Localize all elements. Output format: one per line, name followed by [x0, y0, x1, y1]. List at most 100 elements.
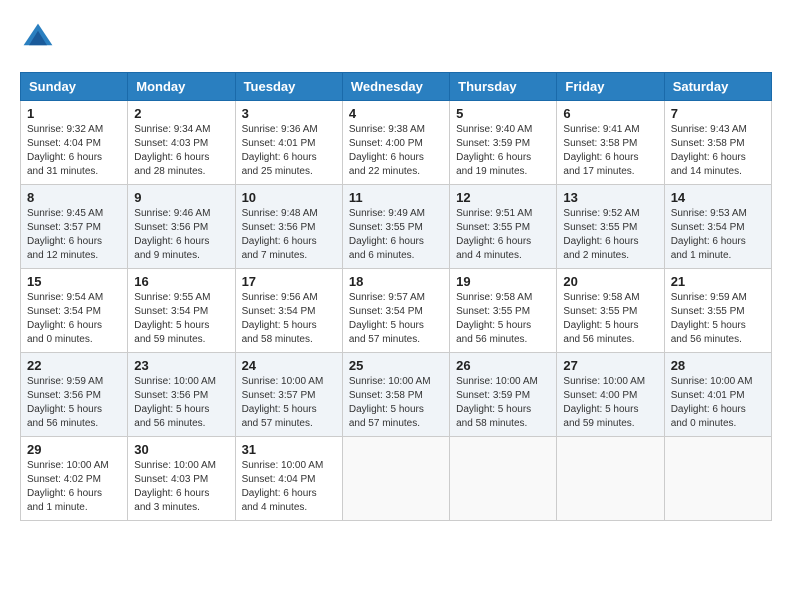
sunrise: Sunrise: 9:56 AM: [242, 292, 318, 303]
daylight: Daylight: 6 hours and 1 minute.: [27, 488, 102, 513]
day-info: Sunrise: 10:00 AM Sunset: 3:58 PM Daylig…: [349, 375, 443, 431]
calendar-cell: 24 Sunrise: 10:00 AM Sunset: 3:57 PM Day…: [235, 353, 342, 437]
sunset: Sunset: 3:58 PM: [671, 138, 745, 149]
day-info: Sunrise: 10:00 AM Sunset: 3:59 PM Daylig…: [456, 375, 550, 431]
day-number: 29: [27, 442, 121, 457]
calendar-cell: 25 Sunrise: 10:00 AM Sunset: 3:58 PM Day…: [342, 353, 449, 437]
calendar-cell: 4 Sunrise: 9:38 AM Sunset: 4:00 PM Dayli…: [342, 101, 449, 185]
sunrise: Sunrise: 10:00 AM: [349, 376, 431, 387]
sunrise: Sunrise: 9:36 AM: [242, 124, 318, 135]
day-info: Sunrise: 10:00 AM Sunset: 4:04 PM Daylig…: [242, 459, 336, 515]
calendar-cell: 22 Sunrise: 9:59 AM Sunset: 3:56 PM Dayl…: [21, 353, 128, 437]
day-info: Sunrise: 9:48 AM Sunset: 3:56 PM Dayligh…: [242, 207, 336, 263]
calendar-week-4: 29 Sunrise: 10:00 AM Sunset: 4:02 PM Day…: [21, 437, 772, 521]
daylight: Daylight: 6 hours and 3 minutes.: [134, 488, 209, 513]
calendar-table: SundayMondayTuesdayWednesdayThursdayFrid…: [20, 72, 772, 521]
day-number: 13: [563, 190, 657, 205]
day-number: 3: [242, 106, 336, 121]
sunrise: Sunrise: 9:48 AM: [242, 208, 318, 219]
sunset: Sunset: 4:00 PM: [563, 390, 637, 401]
day-info: Sunrise: 10:00 AM Sunset: 4:03 PM Daylig…: [134, 459, 228, 515]
logo: [20, 20, 62, 56]
daylight: Daylight: 6 hours and 0 minutes.: [671, 404, 746, 429]
sunrise: Sunrise: 9:34 AM: [134, 124, 210, 135]
sunset: Sunset: 3:55 PM: [456, 222, 530, 233]
day-number: 7: [671, 106, 765, 121]
day-info: Sunrise: 9:32 AM Sunset: 4:04 PM Dayligh…: [27, 123, 121, 179]
day-info: Sunrise: 9:58 AM Sunset: 3:55 PM Dayligh…: [563, 291, 657, 347]
sunset: Sunset: 3:55 PM: [563, 222, 637, 233]
sunset: Sunset: 4:02 PM: [27, 474, 101, 485]
day-number: 1: [27, 106, 121, 121]
calendar-cell: 2 Sunrise: 9:34 AM Sunset: 4:03 PM Dayli…: [128, 101, 235, 185]
day-number: 15: [27, 274, 121, 289]
day-info: Sunrise: 9:40 AM Sunset: 3:59 PM Dayligh…: [456, 123, 550, 179]
weekday-header-thursday: Thursday: [450, 73, 557, 101]
sunset: Sunset: 3:56 PM: [134, 222, 208, 233]
daylight: Daylight: 5 hours and 57 minutes.: [349, 320, 424, 345]
day-number: 10: [242, 190, 336, 205]
sunset: Sunset: 3:58 PM: [349, 390, 423, 401]
daylight: Daylight: 6 hours and 4 minutes.: [456, 236, 531, 261]
day-number: 27: [563, 358, 657, 373]
daylight: Daylight: 5 hours and 59 minutes.: [563, 404, 638, 429]
calendar-week-3: 22 Sunrise: 9:59 AM Sunset: 3:56 PM Dayl…: [21, 353, 772, 437]
day-number: 21: [671, 274, 765, 289]
calendar-cell: [664, 437, 771, 521]
calendar-cell: 16 Sunrise: 9:55 AM Sunset: 3:54 PM Dayl…: [128, 269, 235, 353]
calendar-cell: 12 Sunrise: 9:51 AM Sunset: 3:55 PM Dayl…: [450, 185, 557, 269]
day-number: 16: [134, 274, 228, 289]
sunrise: Sunrise: 9:32 AM: [27, 124, 103, 135]
sunset: Sunset: 3:54 PM: [242, 306, 316, 317]
sunrise: Sunrise: 10:00 AM: [242, 460, 324, 471]
calendar-week-2: 15 Sunrise: 9:54 AM Sunset: 3:54 PM Dayl…: [21, 269, 772, 353]
calendar-cell: 31 Sunrise: 10:00 AM Sunset: 4:04 PM Day…: [235, 437, 342, 521]
daylight: Daylight: 5 hours and 56 minutes.: [671, 320, 746, 345]
sunrise: Sunrise: 9:57 AM: [349, 292, 425, 303]
sunrise: Sunrise: 9:53 AM: [671, 208, 747, 219]
day-info: Sunrise: 10:00 AM Sunset: 4:01 PM Daylig…: [671, 375, 765, 431]
sunrise: Sunrise: 9:58 AM: [563, 292, 639, 303]
calendar-cell: 11 Sunrise: 9:49 AM Sunset: 3:55 PM Dayl…: [342, 185, 449, 269]
day-info: Sunrise: 9:36 AM Sunset: 4:01 PM Dayligh…: [242, 123, 336, 179]
sunset: Sunset: 3:56 PM: [242, 222, 316, 233]
sunset: Sunset: 4:04 PM: [242, 474, 316, 485]
sunrise: Sunrise: 10:00 AM: [134, 376, 216, 387]
day-number: 14: [671, 190, 765, 205]
daylight: Daylight: 5 hours and 58 minutes.: [456, 404, 531, 429]
calendar-cell: 27 Sunrise: 10:00 AM Sunset: 4:00 PM Day…: [557, 353, 664, 437]
daylight: Daylight: 6 hours and 25 minutes.: [242, 152, 317, 177]
daylight: Daylight: 6 hours and 9 minutes.: [134, 236, 209, 261]
daylight: Daylight: 5 hours and 57 minutes.: [242, 404, 317, 429]
day-number: 30: [134, 442, 228, 457]
calendar-cell: [342, 437, 449, 521]
sunrise: Sunrise: 9:52 AM: [563, 208, 639, 219]
sunrise: Sunrise: 9:41 AM: [563, 124, 639, 135]
day-info: Sunrise: 9:52 AM Sunset: 3:55 PM Dayligh…: [563, 207, 657, 263]
calendar-cell: 28 Sunrise: 10:00 AM Sunset: 4:01 PM Day…: [664, 353, 771, 437]
sunrise: Sunrise: 9:49 AM: [349, 208, 425, 219]
weekday-header-monday: Monday: [128, 73, 235, 101]
sunrise: Sunrise: 9:38 AM: [349, 124, 425, 135]
sunrise: Sunrise: 10:00 AM: [671, 376, 753, 387]
day-info: Sunrise: 9:56 AM Sunset: 3:54 PM Dayligh…: [242, 291, 336, 347]
calendar-cell: 10 Sunrise: 9:48 AM Sunset: 3:56 PM Dayl…: [235, 185, 342, 269]
day-number: 6: [563, 106, 657, 121]
calendar-cell: 8 Sunrise: 9:45 AM Sunset: 3:57 PM Dayli…: [21, 185, 128, 269]
sunset: Sunset: 3:54 PM: [134, 306, 208, 317]
calendar-week-0: 1 Sunrise: 9:32 AM Sunset: 4:04 PM Dayli…: [21, 101, 772, 185]
day-number: 17: [242, 274, 336, 289]
day-number: 20: [563, 274, 657, 289]
day-info: Sunrise: 9:54 AM Sunset: 3:54 PM Dayligh…: [27, 291, 121, 347]
daylight: Daylight: 6 hours and 4 minutes.: [242, 488, 317, 513]
sunset: Sunset: 3:56 PM: [27, 390, 101, 401]
day-info: Sunrise: 9:53 AM Sunset: 3:54 PM Dayligh…: [671, 207, 765, 263]
day-number: 11: [349, 190, 443, 205]
sunset: Sunset: 4:03 PM: [134, 138, 208, 149]
calendar-cell: 17 Sunrise: 9:56 AM Sunset: 3:54 PM Dayl…: [235, 269, 342, 353]
day-number: 12: [456, 190, 550, 205]
daylight: Daylight: 6 hours and 14 minutes.: [671, 152, 746, 177]
sunset: Sunset: 4:01 PM: [242, 138, 316, 149]
daylight: Daylight: 5 hours and 56 minutes.: [456, 320, 531, 345]
calendar-cell: 29 Sunrise: 10:00 AM Sunset: 4:02 PM Day…: [21, 437, 128, 521]
